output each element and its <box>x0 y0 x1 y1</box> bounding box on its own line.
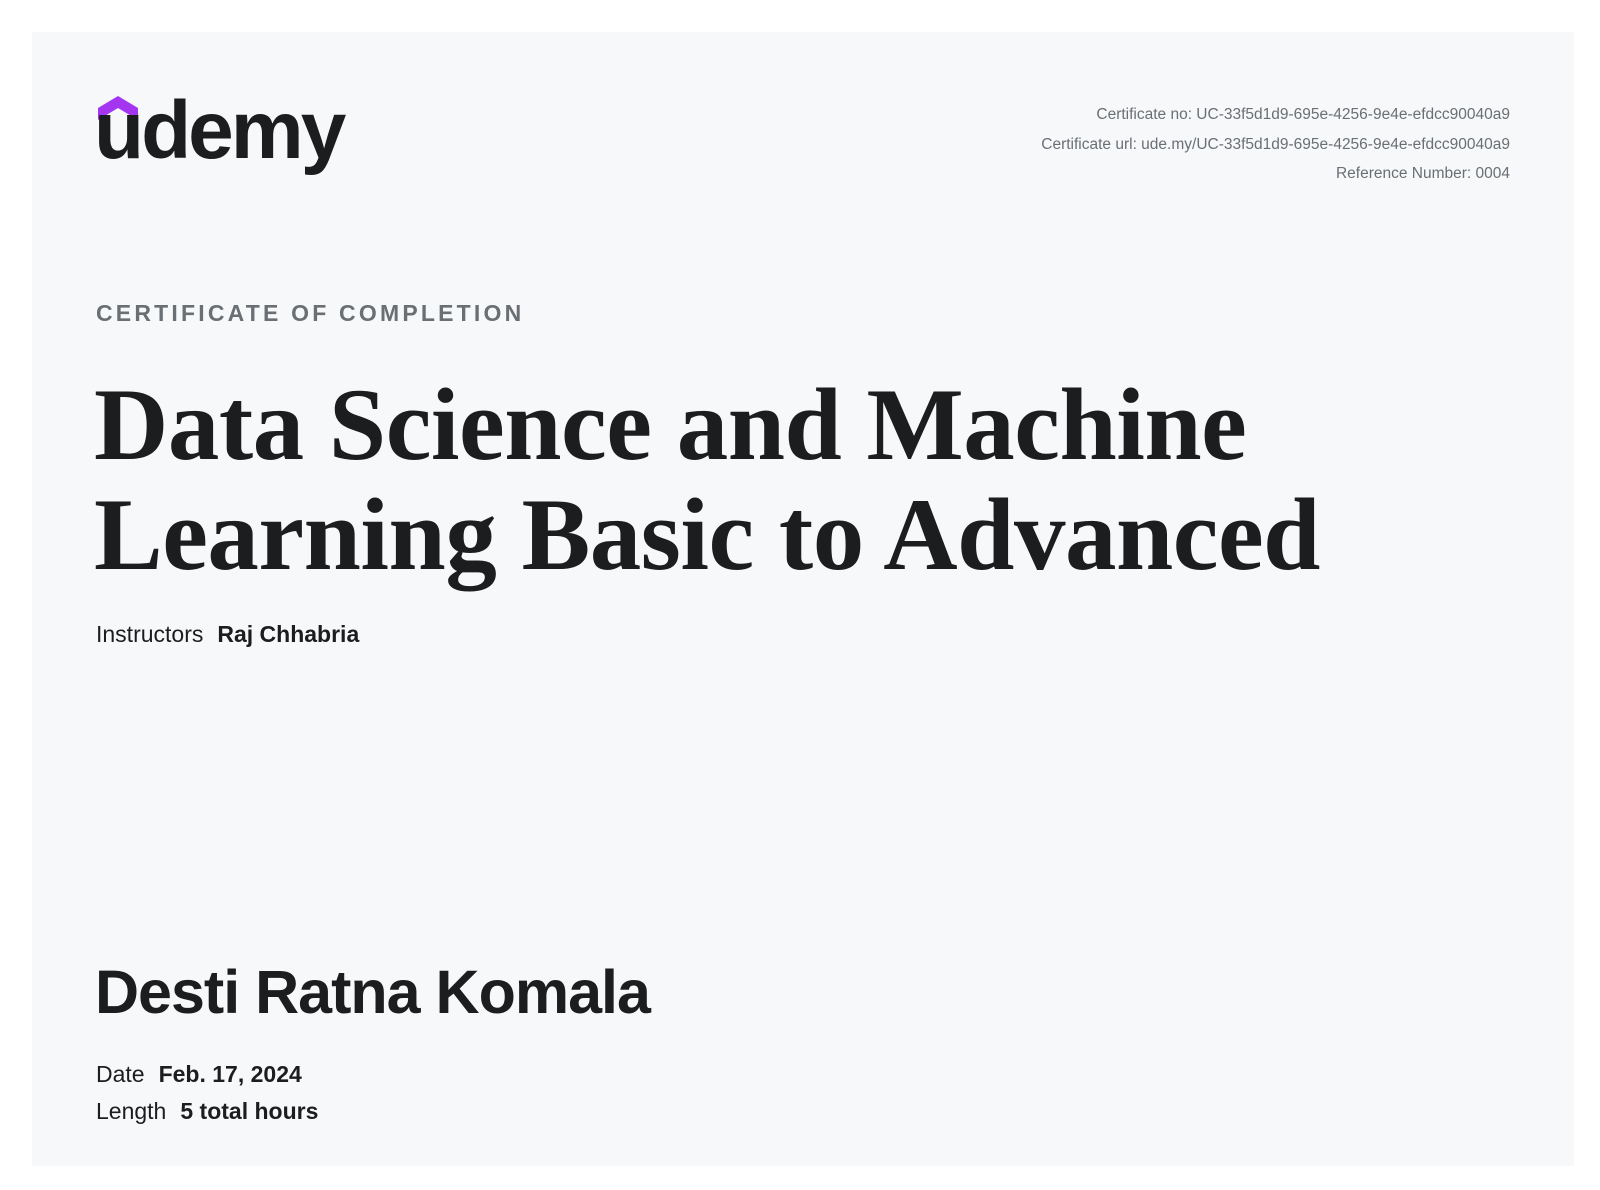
certificate-heading: CERTIFICATE OF COMPLETION <box>96 300 525 326</box>
course-title: Data Science and Machine Learning Basic … <box>94 370 1474 590</box>
udemy-wordmark: udemy <box>94 85 346 176</box>
length-value: 5 total hours <box>180 1098 319 1124</box>
reference-number: Reference Number: 0004 <box>1335 165 1510 182</box>
date-row: Date Feb. 17, 2024 <box>96 1061 302 1088</box>
instructors-label: Instructors <box>96 621 204 647</box>
instructor-name: Raj Chhabria <box>217 621 360 647</box>
course-title-line-1: Data Science and Machine <box>94 368 1247 482</box>
udemy-logo: udemy <box>94 90 366 196</box>
certificate-meta: Certificate no: UC-33f5d1d9-695e-4256-9e… <box>1041 100 1510 189</box>
certificate-number: Certificate no: UC-33f5d1d9-695e-4256-9e… <box>1096 106 1510 123</box>
date-value: Feb. 17, 2024 <box>158 1061 302 1087</box>
certificate-url: Certificate url: ude.my/UC-33f5d1d9-695e… <box>1041 135 1510 153</box>
instructors-row: Instructors Raj Chhabria <box>96 621 359 648</box>
length-row: Length 5 total hours <box>96 1098 318 1125</box>
length-label: Length <box>96 1098 167 1124</box>
certificate-card: udemy Certificate no: UC-33f5d1d9-695e-4… <box>32 32 1574 1166</box>
course-title-line-2: Learning Basic to Advanced <box>94 478 1320 592</box>
student-name: Desti Ratna Komala <box>95 958 651 1026</box>
date-label: Date <box>96 1061 145 1087</box>
